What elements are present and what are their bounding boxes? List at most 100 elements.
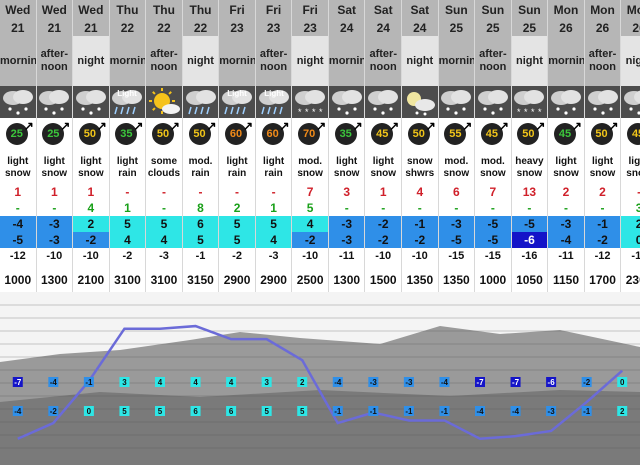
snow-heavy-icon: * * * *: [512, 87, 547, 117]
date-cell: 23: [218, 20, 256, 36]
svg-text:*: *: [517, 107, 521, 117]
snow-cell: -: [145, 184, 183, 200]
rain-icon: [183, 87, 218, 117]
day-cell: Thu: [145, 0, 183, 20]
period-cell: night: [401, 36, 439, 86]
wind-cell: 70 ↗: [291, 118, 329, 152]
period-cell: morning: [109, 36, 147, 86]
day-cell: Sat: [328, 0, 366, 20]
snow-icon: [0, 87, 35, 117]
min-temp-cell: 0: [620, 232, 640, 248]
weather-icon-cell: Light: [255, 86, 293, 118]
snow-cell: -: [182, 184, 220, 200]
wind-chill-cell: -12: [0, 248, 37, 264]
wind-direction-icon: ↗: [352, 119, 363, 133]
lower-temp-label: -4: [512, 407, 520, 416]
weather-icon-cell: [474, 86, 512, 118]
max-temp-cell: -2: [364, 216, 403, 232]
day-cell: Wed: [0, 0, 37, 20]
lower-temp-label: 5: [122, 407, 127, 416]
weather-icon-cell: [72, 86, 110, 118]
wind-direction-icon: ↗: [96, 119, 107, 133]
weather-icon-cell: [584, 86, 622, 118]
snow-icon: [475, 87, 510, 117]
wind-cell: 25 ↗: [36, 118, 74, 152]
period-cell: after- noon: [255, 36, 293, 86]
wind-speed-badge: 50 ↗: [515, 119, 545, 149]
min-temp-cell: -3: [328, 232, 366, 248]
date-cell: 22: [182, 20, 220, 36]
day-cell: Sun: [511, 0, 549, 20]
period-cell: after- noon: [474, 36, 512, 86]
min-temp-cell: -2: [72, 232, 110, 248]
snow-heavy-icon: * * * *: [292, 87, 327, 117]
wind-cell: 60 ↗: [255, 118, 293, 152]
period-cell: after- noon: [145, 36, 183, 86]
wind-cell: 50 ↗: [72, 118, 110, 152]
date-cell: 25: [438, 20, 476, 36]
period-cell: after- noon: [364, 36, 403, 86]
min-temp-cell: 4: [145, 232, 183, 248]
summary-cell: light rain: [255, 152, 293, 184]
wind-speed-badge: 45↗: [625, 121, 640, 149]
snow-icon: [365, 87, 400, 117]
wind-speed-badge: 25 ↗: [40, 119, 70, 149]
snow-cell: 4: [401, 184, 439, 200]
min-temp-cell: -5: [438, 232, 476, 248]
day-cell: Thu: [182, 0, 220, 20]
min-temp-cell: -5: [0, 232, 37, 248]
svg-text:Light: Light: [264, 89, 284, 98]
day-cell: Sat: [364, 0, 403, 20]
date-cell: 21: [72, 20, 110, 36]
weather-icon-cell: [36, 86, 74, 118]
summary-cell: light rain: [218, 152, 256, 184]
wind-chill-cell: -1: [182, 248, 220, 264]
date-cell: 22: [109, 20, 147, 36]
lower-temp-label: 5: [264, 407, 269, 416]
wind-cell: 25 ↗: [0, 118, 37, 152]
wind-direction-icon: ↗: [169, 119, 180, 133]
min-temp-row: -5-3-244554-2-3-2-2-5-5-6-4-20: [0, 232, 640, 248]
wind-cell: 45↗: [547, 118, 585, 152]
lower-temp-label: 6: [229, 407, 234, 416]
rain-cell: -: [145, 200, 183, 216]
wind-cell: 35 ↗: [328, 118, 366, 152]
max-temp-cell: -5: [474, 216, 512, 232]
wind-cell: 45↗: [364, 118, 403, 152]
weather-icon-cell: * * * *: [291, 86, 329, 118]
max-temp-cell: 5: [255, 216, 293, 232]
wind-chill-cell: -10: [36, 248, 74, 264]
summary-cell: light snow: [547, 152, 585, 184]
lower-temp-label: -1: [370, 407, 378, 416]
summary-cell: light snow: [620, 152, 640, 184]
min-temp-cell: 4: [109, 232, 147, 248]
wind-speed-value: 45: [627, 123, 640, 145]
wind-speed-badge: 50 ↗: [150, 119, 180, 149]
day-cell: Sun: [438, 0, 476, 20]
wind-direction-icon: ↗: [571, 119, 582, 133]
wind-direction-icon: ↗: [242, 119, 254, 133]
max-temp-cell: 5: [109, 216, 147, 232]
wind-chill-cell: -3: [255, 248, 293, 264]
day-row: Wed Wed Wed Thu Thu Thu Fri Fri Fri Sat Sat Sat Sun S…: [0, 0, 640, 20]
snow-cell: 7: [291, 184, 329, 200]
wind-direction-icon: ↗: [608, 119, 619, 133]
wind-speed-badge: 60 ↗: [223, 119, 254, 149]
wind-chill-cell: -10: [364, 248, 403, 264]
svg-text:*: *: [305, 107, 309, 117]
period-row: morningafter- noonnightmorningafter- noo…: [0, 36, 640, 86]
wind-cell: 55 ↗: [438, 118, 476, 152]
period-cell: after- noon: [36, 36, 74, 86]
date-row: 212121222222232323242424252525262626: [0, 20, 640, 36]
wind-speed-badge: 50 ↗: [406, 119, 436, 149]
wind-cell: 35 ↗: [109, 118, 147, 152]
snow-icon: [548, 87, 583, 117]
wind-speed-badge: 25 ↗: [4, 119, 34, 149]
wind-direction-icon: ↗: [23, 119, 34, 133]
summary-cell: some clouds: [145, 152, 183, 184]
wind-cell: 50 ↗: [401, 118, 439, 152]
period-cell: night: [620, 36, 640, 86]
wind-speed-badge: 45↗: [369, 119, 399, 149]
upper-temp-label: -4: [441, 378, 449, 387]
date-cell: 21: [36, 20, 74, 36]
